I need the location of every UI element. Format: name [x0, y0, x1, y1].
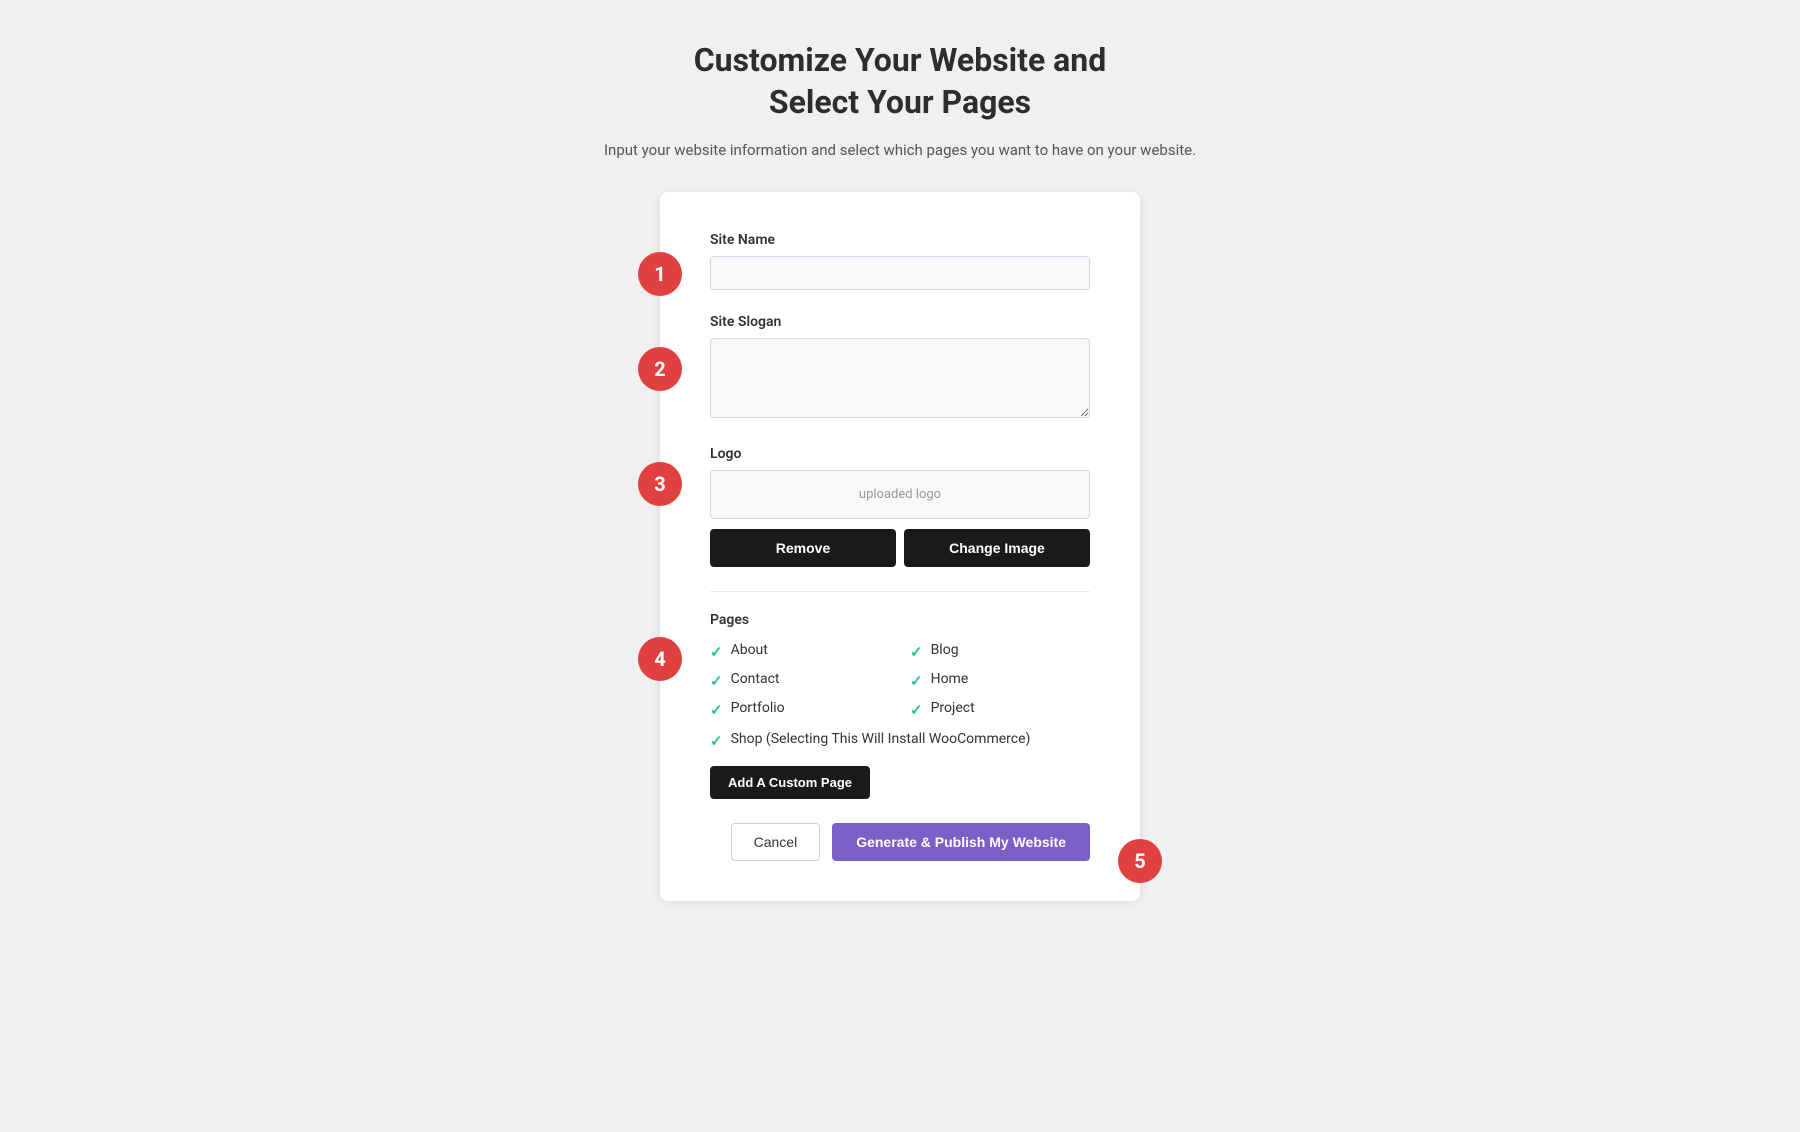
page-item-contact: ✓ Contact	[710, 671, 890, 690]
step-1-bubble: 1	[638, 252, 682, 296]
step-5-bubble: 5	[1118, 839, 1162, 883]
site-slogan-input[interactable]	[710, 338, 1090, 418]
add-custom-page-button[interactable]: Add A Custom Page	[710, 766, 870, 799]
site-name-group: Site Name	[710, 232, 1090, 290]
page-item-shop: ✓ Shop (Selecting This Will Install WooC…	[710, 731, 1090, 750]
page-item-about: ✓ About	[710, 642, 890, 661]
step-2-bubble: 2	[638, 347, 682, 391]
publish-button[interactable]: Generate & Publish My Website	[832, 823, 1090, 861]
page-project-label: Project	[931, 700, 975, 716]
check-contact-icon: ✓	[710, 672, 723, 690]
check-about-icon: ✓	[710, 643, 723, 661]
site-slogan-group: Site Slogan	[710, 314, 1090, 422]
remove-button[interactable]: Remove	[710, 529, 896, 567]
page-home-label: Home	[931, 671, 969, 687]
page-contact-label: Contact	[731, 671, 780, 687]
logo-label: Logo	[710, 446, 1090, 462]
check-home-icon: ✓	[910, 672, 923, 690]
site-name-input[interactable]	[710, 256, 1090, 290]
page-subtitle: Input your website information and selec…	[604, 139, 1196, 162]
page-title: Customize Your Website and Select Your P…	[604, 40, 1196, 123]
logo-upload-box: uploaded logo	[710, 470, 1090, 519]
page-item-home: ✓ Home	[910, 671, 1090, 690]
site-name-label: Site Name	[710, 232, 1090, 248]
page-about-label: About	[731, 642, 768, 658]
step-4-bubble: 4	[638, 637, 682, 681]
pages-label: Pages	[710, 612, 1090, 628]
site-slogan-label: Site Slogan	[710, 314, 1090, 330]
pages-section: Pages ✓ About ✓ Blog ✓ Contact ✓ Home	[710, 612, 1090, 799]
step-3-bubble: 3	[638, 462, 682, 506]
check-project-icon: ✓	[910, 701, 923, 719]
form-card: Site Name Site Slogan Logo uploaded logo…	[660, 192, 1140, 901]
page-item-project: ✓ Project	[910, 700, 1090, 719]
page-portfolio-label: Portfolio	[731, 700, 785, 716]
form-footer: Cancel Generate & Publish My Website	[710, 823, 1090, 861]
check-shop-icon: ✓	[710, 732, 723, 750]
page-blog-label: Blog	[931, 642, 959, 658]
divider	[710, 591, 1090, 592]
cancel-button[interactable]: Cancel	[731, 823, 821, 861]
logo-placeholder-text: uploaded logo	[859, 487, 941, 502]
page-item-portfolio: ✓ Portfolio	[710, 700, 890, 719]
logo-group: Logo uploaded logo Remove Change Image	[710, 446, 1090, 567]
change-image-button[interactable]: Change Image	[904, 529, 1090, 567]
pages-grid: ✓ About ✓ Blog ✓ Contact ✓ Home ✓ Po	[710, 642, 1090, 719]
page-header: Customize Your Website and Select Your P…	[604, 40, 1196, 162]
logo-buttons: Remove Change Image	[710, 529, 1090, 567]
page-item-blog: ✓ Blog	[910, 642, 1090, 661]
page-shop-label: Shop (Selecting This Will Install WooCom…	[731, 731, 1031, 747]
check-blog-icon: ✓	[910, 643, 923, 661]
check-portfolio-icon: ✓	[710, 701, 723, 719]
